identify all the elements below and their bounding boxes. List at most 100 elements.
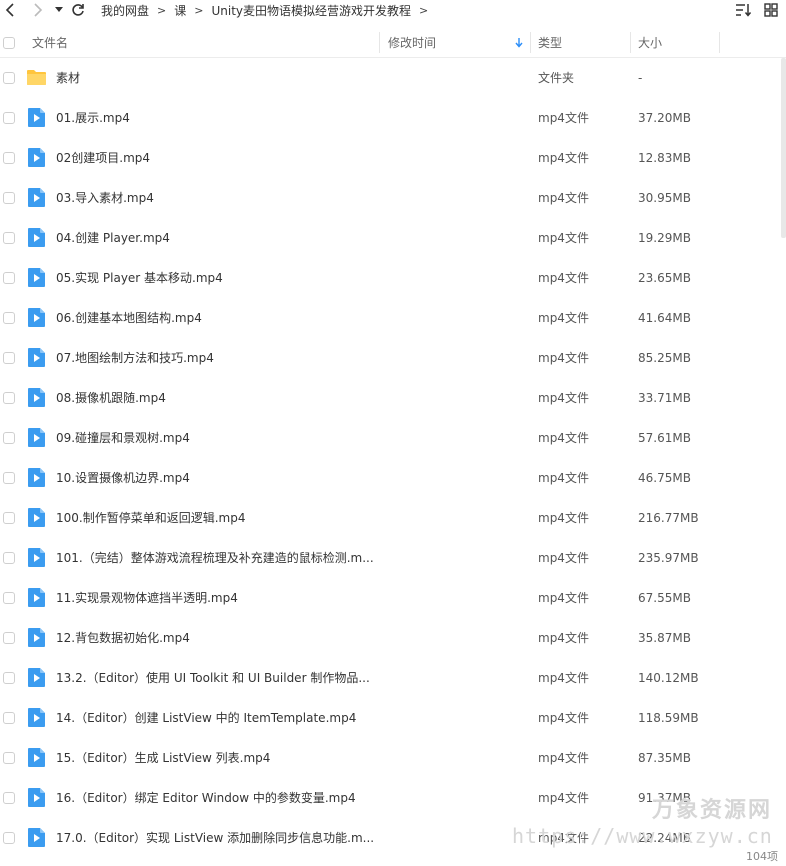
history-dropdown-icon[interactable] bbox=[52, 0, 66, 20]
file-name[interactable]: 素材 bbox=[56, 58, 80, 98]
file-name[interactable]: 03.导入素材.mp4 bbox=[56, 178, 154, 218]
file-name[interactable]: 101.（完结）整体游戏流程梳理及补充建造的鼠标检测.m... bbox=[56, 538, 374, 578]
file-name[interactable]: 05.实现 Player 基本移动.mp4 bbox=[56, 258, 223, 298]
row-checkbox[interactable] bbox=[3, 592, 15, 604]
breadcrumb-item[interactable]: Unity麦田物语模拟经营游戏开发教程 bbox=[208, 2, 414, 19]
row-checkbox[interactable] bbox=[3, 472, 15, 484]
row-checkbox[interactable] bbox=[3, 312, 15, 324]
refresh-icon[interactable] bbox=[68, 0, 88, 20]
column-divider[interactable] bbox=[719, 32, 720, 53]
scrollbar-thumb[interactable] bbox=[781, 58, 786, 238]
breadcrumb-separator-icon[interactable]: > bbox=[414, 4, 433, 17]
file-size: 33.71MB bbox=[638, 391, 691, 405]
file-size: 140.12MB bbox=[638, 671, 699, 685]
row-checkbox[interactable] bbox=[3, 632, 15, 644]
file-size: - bbox=[638, 71, 643, 85]
file-name[interactable]: 13.2.（Editor）使用 UI Toolkit 和 UI Builder … bbox=[56, 658, 370, 698]
file-row[interactable]: 01.展示.mp4 mp4文件 37.20MB bbox=[0, 98, 786, 138]
video-file-icon bbox=[26, 307, 47, 328]
row-checkbox[interactable] bbox=[3, 112, 15, 124]
file-name[interactable]: 09.碰撞层和景观树.mp4 bbox=[56, 418, 190, 458]
file-name[interactable]: 01.展示.mp4 bbox=[56, 98, 130, 138]
file-row[interactable]: 16.（Editor）绑定 Editor Window 中的参数变量.mp4 mp… bbox=[0, 778, 786, 818]
file-row[interactable]: 06.创建基本地图结构.mp4 mp4文件 41.64MB bbox=[0, 298, 786, 338]
column-divider[interactable] bbox=[630, 32, 631, 53]
file-row[interactable]: 08.摄像机跟随.mp4 mp4文件 33.71MB bbox=[0, 378, 786, 418]
video-file-icon bbox=[26, 827, 47, 848]
file-type: mp4文件 bbox=[538, 551, 589, 565]
column-divider[interactable] bbox=[379, 32, 380, 53]
row-checkbox[interactable] bbox=[3, 712, 15, 724]
row-checkbox[interactable] bbox=[3, 832, 15, 844]
sort-down-arrow-icon[interactable] bbox=[515, 28, 523, 57]
file-row[interactable]: 14.（Editor）创建 ListView 中的 ItemTemplate.m… bbox=[0, 698, 786, 738]
file-row[interactable]: 素材 文件夹 - bbox=[0, 58, 786, 98]
file-name[interactable]: 15.（Editor）生成 ListView 列表.mp4 bbox=[56, 738, 270, 778]
file-row[interactable]: 15.（Editor）生成 ListView 列表.mp4 mp4文件 87.35M… bbox=[0, 738, 786, 778]
grid-view-icon[interactable] bbox=[760, 0, 782, 20]
file-type: mp4文件 bbox=[538, 191, 589, 205]
file-name[interactable]: 14.（Editor）创建 ListView 中的 ItemTemplate.m… bbox=[56, 698, 356, 738]
video-file-icon bbox=[26, 147, 47, 168]
row-checkbox[interactable] bbox=[3, 72, 15, 84]
sort-icon[interactable] bbox=[732, 0, 754, 20]
file-row[interactable]: 02创建项目.mp4 mp4文件 12.83MB bbox=[0, 138, 786, 178]
file-name[interactable]: 08.摄像机跟随.mp4 bbox=[56, 378, 166, 418]
file-name[interactable]: 04.创建 Player.mp4 bbox=[56, 218, 170, 258]
breadcrumb-item[interactable]: 课 bbox=[171, 2, 189, 19]
file-name[interactable]: 16.（Editor）绑定 Editor Window 中的参数变量.mp4 bbox=[56, 778, 356, 818]
video-file-icon bbox=[26, 107, 47, 128]
file-name[interactable]: 12.背包数据初始化.mp4 bbox=[56, 618, 190, 658]
file-row[interactable]: 12.背包数据初始化.mp4 mp4文件 35.87MB bbox=[0, 618, 786, 658]
file-name[interactable]: 11.实现景观物体遮挡半透明.mp4 bbox=[56, 578, 238, 618]
breadcrumb-separator-icon: > bbox=[157, 3, 167, 17]
video-file-icon bbox=[26, 467, 47, 488]
row-checkbox[interactable] bbox=[3, 392, 15, 404]
select-all-checkbox[interactable] bbox=[3, 28, 15, 57]
column-header-name[interactable]: 文件名 bbox=[32, 28, 68, 57]
file-row[interactable]: 04.创建 Player.mp4 mp4文件 19.29MB bbox=[0, 218, 786, 258]
column-header-modified[interactable]: 修改时间 bbox=[388, 28, 436, 57]
row-checkbox[interactable] bbox=[3, 432, 15, 444]
file-name[interactable]: 17.0.（Editor）实现 ListView 添加删除同步信息功能.m... bbox=[56, 818, 374, 848]
row-checkbox[interactable] bbox=[3, 512, 15, 524]
file-type: mp4文件 bbox=[538, 151, 589, 165]
file-row[interactable]: 101.（完结）整体游戏流程梳理及补充建造的鼠标检测.m... mp4文件 235.… bbox=[0, 538, 786, 578]
video-file-icon bbox=[26, 387, 47, 408]
forward-icon[interactable] bbox=[28, 0, 48, 20]
file-row[interactable]: 10.设置摄像机边界.mp4 mp4文件 46.75MB bbox=[0, 458, 786, 498]
video-file-icon bbox=[26, 587, 47, 608]
column-header-type[interactable]: 类型 bbox=[538, 28, 562, 57]
file-row[interactable]: 100.制作暂停菜单和返回逻辑.mp4 mp4文件 216.77MB bbox=[0, 498, 786, 538]
file-row[interactable]: 17.0.（Editor）实现 ListView 添加删除同步信息功能.m...… bbox=[0, 818, 786, 848]
row-checkbox[interactable] bbox=[3, 552, 15, 564]
row-checkbox[interactable] bbox=[3, 352, 15, 364]
file-name[interactable]: 10.设置摄像机边界.mp4 bbox=[56, 458, 190, 498]
file-row[interactable]: 13.2.（Editor）使用 UI Toolkit 和 UI Builder … bbox=[0, 658, 786, 698]
file-row[interactable]: 11.实现景观物体遮挡半透明.mp4 mp4文件 67.55MB bbox=[0, 578, 786, 618]
row-checkbox[interactable] bbox=[3, 272, 15, 284]
file-name[interactable]: 07.地图绘制方法和技巧.mp4 bbox=[56, 338, 214, 378]
file-name[interactable]: 02创建项目.mp4 bbox=[56, 138, 150, 178]
file-row[interactable]: 07.地图绘制方法和技巧.mp4 mp4文件 85.25MB bbox=[0, 338, 786, 378]
file-row[interactable]: 05.实现 Player 基本移动.mp4 mp4文件 23.65MB bbox=[0, 258, 786, 298]
row-checkbox[interactable] bbox=[3, 672, 15, 684]
scrollbar[interactable] bbox=[781, 58, 786, 848]
column-header-size[interactable]: 大小 bbox=[638, 28, 662, 57]
video-file-icon bbox=[26, 667, 47, 688]
row-checkbox[interactable] bbox=[3, 232, 15, 244]
file-name[interactable]: 06.创建基本地图结构.mp4 bbox=[56, 298, 202, 338]
file-row[interactable]: 03.导入素材.mp4 mp4文件 30.95MB bbox=[0, 178, 786, 218]
file-type: mp4文件 bbox=[538, 351, 589, 365]
file-name[interactable]: 100.制作暂停菜单和返回逻辑.mp4 bbox=[56, 498, 245, 538]
row-checkbox[interactable] bbox=[3, 192, 15, 204]
row-checkbox[interactable] bbox=[3, 792, 15, 804]
column-divider[interactable] bbox=[530, 32, 531, 53]
breadcrumb-item[interactable]: 我的网盘 bbox=[98, 2, 152, 19]
file-size: 87.35MB bbox=[638, 751, 691, 765]
file-row[interactable]: 09.碰撞层和景观树.mp4 mp4文件 57.61MB bbox=[0, 418, 786, 458]
row-checkbox[interactable] bbox=[3, 152, 15, 164]
folder-icon bbox=[26, 67, 47, 88]
row-checkbox[interactable] bbox=[3, 752, 15, 764]
back-icon[interactable] bbox=[0, 0, 20, 20]
